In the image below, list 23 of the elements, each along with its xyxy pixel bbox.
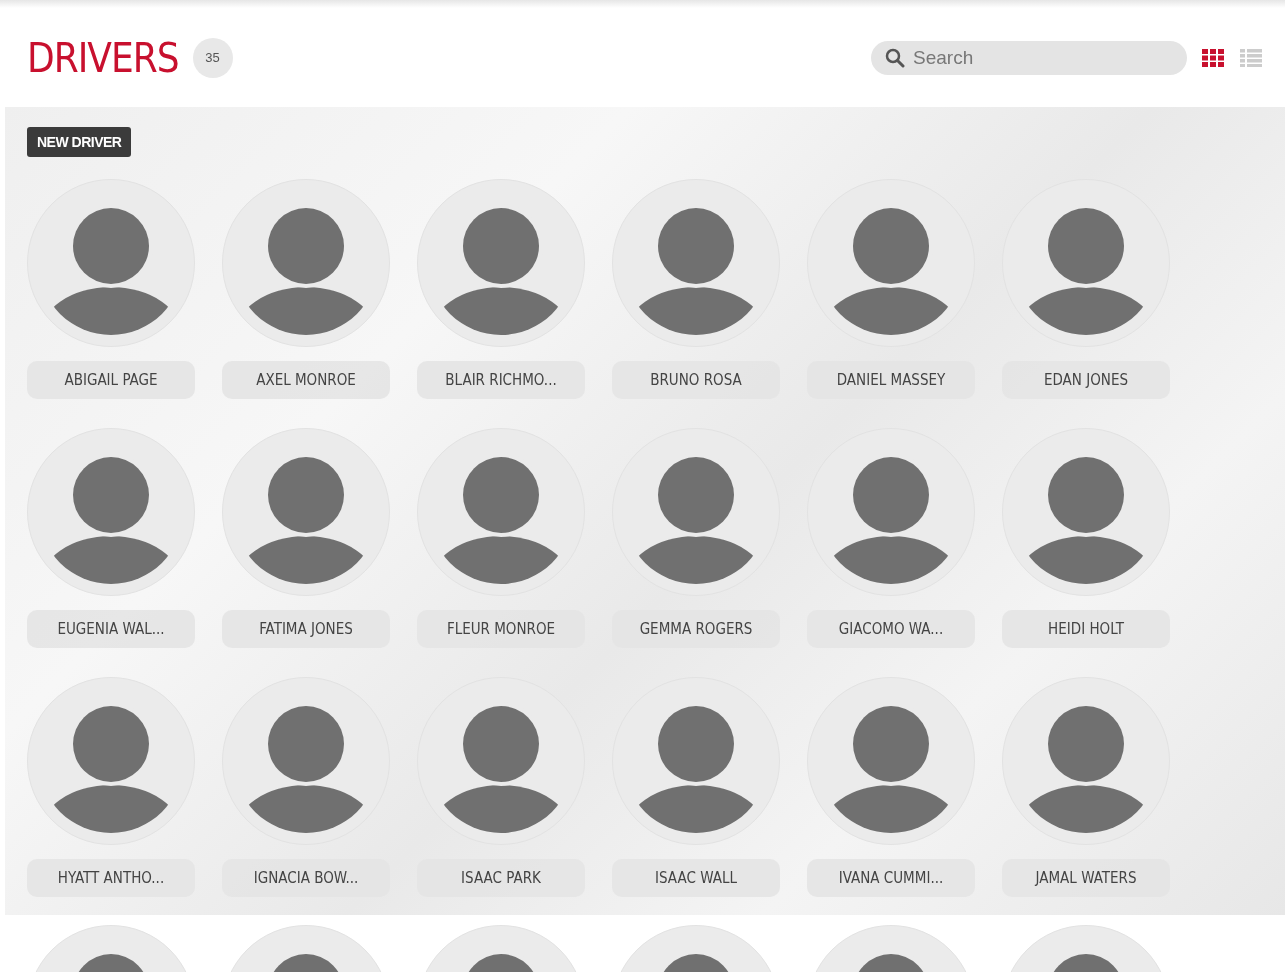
driver-name[interactable]: IGNACIA BOW... — [222, 859, 390, 897]
driver-name[interactable]: GEMMA ROGERS — [612, 610, 780, 648]
count-badge: 35 — [192, 37, 233, 78]
driver-name[interactable]: BRUNO ROSA — [612, 361, 780, 399]
driver-name[interactable]: AXEL MONROE — [222, 361, 390, 399]
driver-name[interactable]: EUGENIA WAL... — [27, 610, 195, 648]
driver-name[interactable]: FATIMA JONES — [222, 610, 390, 648]
driver-name[interactable]: ISAAC PARK — [417, 859, 585, 897]
driver-name[interactable]: JAMAL WATERS — [1002, 859, 1170, 897]
driver-name[interactable]: HEIDI HOLT — [1002, 610, 1170, 648]
driver-name[interactable]: HYATT ANTHO... — [27, 859, 195, 897]
new-driver-button[interactable]: NEW DRIVER — [27, 127, 132, 157]
driver-name[interactable]: IVANA CUMMI... — [807, 859, 975, 897]
search-field[interactable]: Search — [871, 40, 1187, 75]
driver-name[interactable]: FLEUR MONROE — [417, 610, 585, 648]
driver-name[interactable]: EDAN JONES — [1002, 361, 1170, 399]
page-title: DRIVERS — [27, 34, 179, 81]
driver-name[interactable]: BLAIR RICHMO... — [417, 361, 585, 399]
driver-name[interactable]: ABIGAIL PAGE — [27, 361, 195, 399]
driver-name[interactable]: GIACOMO WA... — [807, 610, 975, 648]
search-icon — [885, 47, 905, 68]
driver-name[interactable]: ISAAC WALL — [612, 859, 780, 897]
driver-name[interactable]: DANIEL MASSEY — [807, 361, 975, 399]
